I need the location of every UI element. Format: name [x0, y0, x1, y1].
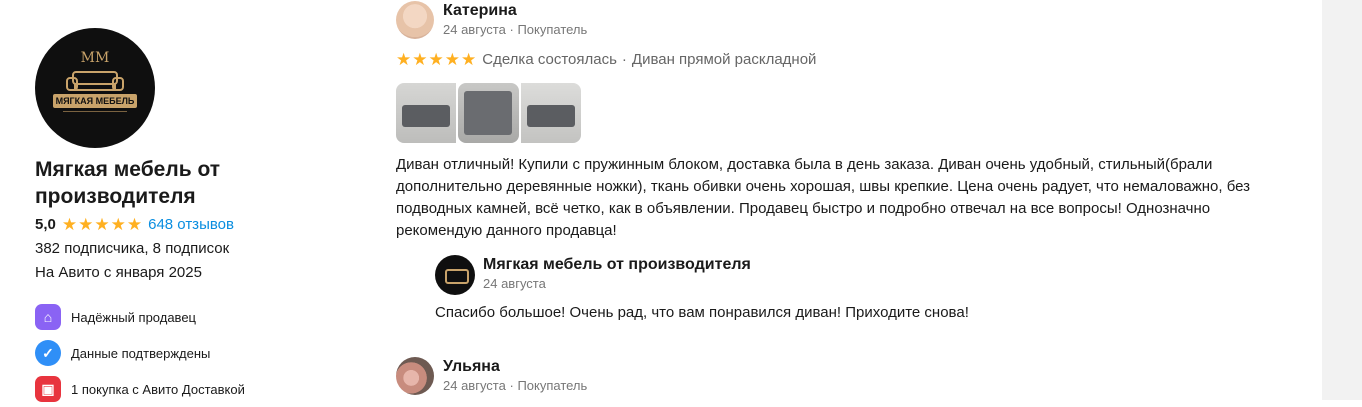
logo-brand: МЯГКАЯ МЕБЕЛЬ	[53, 94, 137, 108]
shield-home-icon: ⌂	[35, 304, 61, 330]
star-icon: ★	[110, 215, 126, 234]
star-icon: ★	[428, 50, 444, 69]
badge-reliable-seller[interactable]: ⌂ Надёжный продавец	[35, 299, 315, 335]
seller-badges: ⌂ Надёжный продавец ✓ Данные подтвержден…	[35, 299, 315, 407]
separator: ·	[509, 378, 514, 393]
member-since: На Авито с января 2025	[35, 264, 202, 281]
star-icon: ★	[412, 50, 428, 69]
star-icon: ★	[94, 215, 110, 234]
rating-score: 5,0	[35, 216, 56, 233]
reply-header: Мягкая мебель от производителя 24 август…	[435, 255, 751, 295]
review-photos	[396, 83, 581, 143]
reply-text: Спасибо большое! Очень рад, что вам понр…	[435, 304, 969, 321]
reviews-count-link[interactable]: 648 отзывов	[148, 216, 234, 233]
subscribers-info[interactable]: 382 подписчика, 8 подписок	[35, 240, 315, 257]
delivery-box-icon: ▣	[35, 376, 61, 402]
seller-logo[interactable]: MM МЯГКАЯ МЕБЕЛЬ	[35, 28, 155, 148]
review-photo[interactable]	[521, 83, 581, 143]
review-photo[interactable]	[396, 83, 456, 143]
review-rating-line: ★ ★ ★ ★ ★ Сделка состоялась · Диван прямой р…	[396, 51, 816, 68]
logo-underline	[63, 111, 127, 118]
review-role: Покупатель	[517, 22, 588, 37]
star-icon: ★	[461, 50, 477, 69]
star-icon: ★	[78, 215, 94, 234]
separator: ·	[509, 22, 514, 37]
right-margin	[1322, 0, 1362, 400]
review-item[interactable]: Диван прямой раскладной	[632, 51, 817, 68]
verified-check-icon: ✓	[35, 340, 61, 366]
reply-author[interactable]: Мягкая мебель от производителя	[483, 255, 751, 275]
review-date: 24 августа	[443, 22, 506, 37]
review-meta: 24 августа · Покупатель	[443, 21, 587, 39]
review-author[interactable]: Катерина	[443, 1, 587, 21]
sofa-icon	[66, 71, 124, 91]
separator: ·	[621, 51, 627, 68]
star-icon: ★	[126, 215, 143, 234]
seller-rating: 5,0 ★ ★ ★ ★ ★ 648 отзывов	[35, 216, 315, 233]
review-header: Катерина 24 августа · Покупатель	[396, 1, 587, 39]
review-date: 24 августа	[443, 378, 506, 393]
review-header: Ульяна 24 августа · Покупатель	[396, 357, 587, 395]
review-author[interactable]: Ульяна	[443, 357, 587, 377]
deal-status: Сделка состоялась	[482, 51, 617, 68]
review-stars: ★ ★ ★ ★ ★	[396, 51, 476, 68]
star-icon: ★	[396, 50, 412, 69]
logo-monogram: MM	[80, 50, 110, 66]
seller-avatar[interactable]	[435, 255, 475, 295]
star-icon: ★	[444, 50, 460, 69]
review-photo[interactable]	[458, 83, 519, 143]
badge-label: 1 покупка с Авито Доставкой	[71, 381, 245, 397]
user-avatar[interactable]	[396, 357, 434, 395]
review-meta: 24 августа · Покупатель	[443, 377, 587, 395]
rating-stars: ★ ★ ★ ★ ★	[62, 216, 142, 233]
badge-label: Надёжный продавец	[71, 309, 196, 325]
badge-verified[interactable]: ✓ Данные подтверждены	[35, 335, 315, 371]
review-role: Покупатель	[517, 378, 588, 393]
reply-date: 24 августа	[483, 276, 546, 291]
seller-panel: MM МЯГКАЯ МЕБЕЛЬ Мягкая мебель от произв…	[35, 28, 315, 407]
review-text: Диван отличный! Купили с пружинным блоко…	[396, 156, 1251, 239]
badge-label: Данные подтверждены	[71, 345, 211, 361]
seller-name[interactable]: Мягкая мебель от производителя	[35, 156, 315, 210]
badge-delivery[interactable]: ▣ 1 покупка с Авито Доставкой	[35, 371, 315, 407]
star-icon: ★	[61, 215, 78, 234]
user-avatar[interactable]	[396, 1, 434, 39]
